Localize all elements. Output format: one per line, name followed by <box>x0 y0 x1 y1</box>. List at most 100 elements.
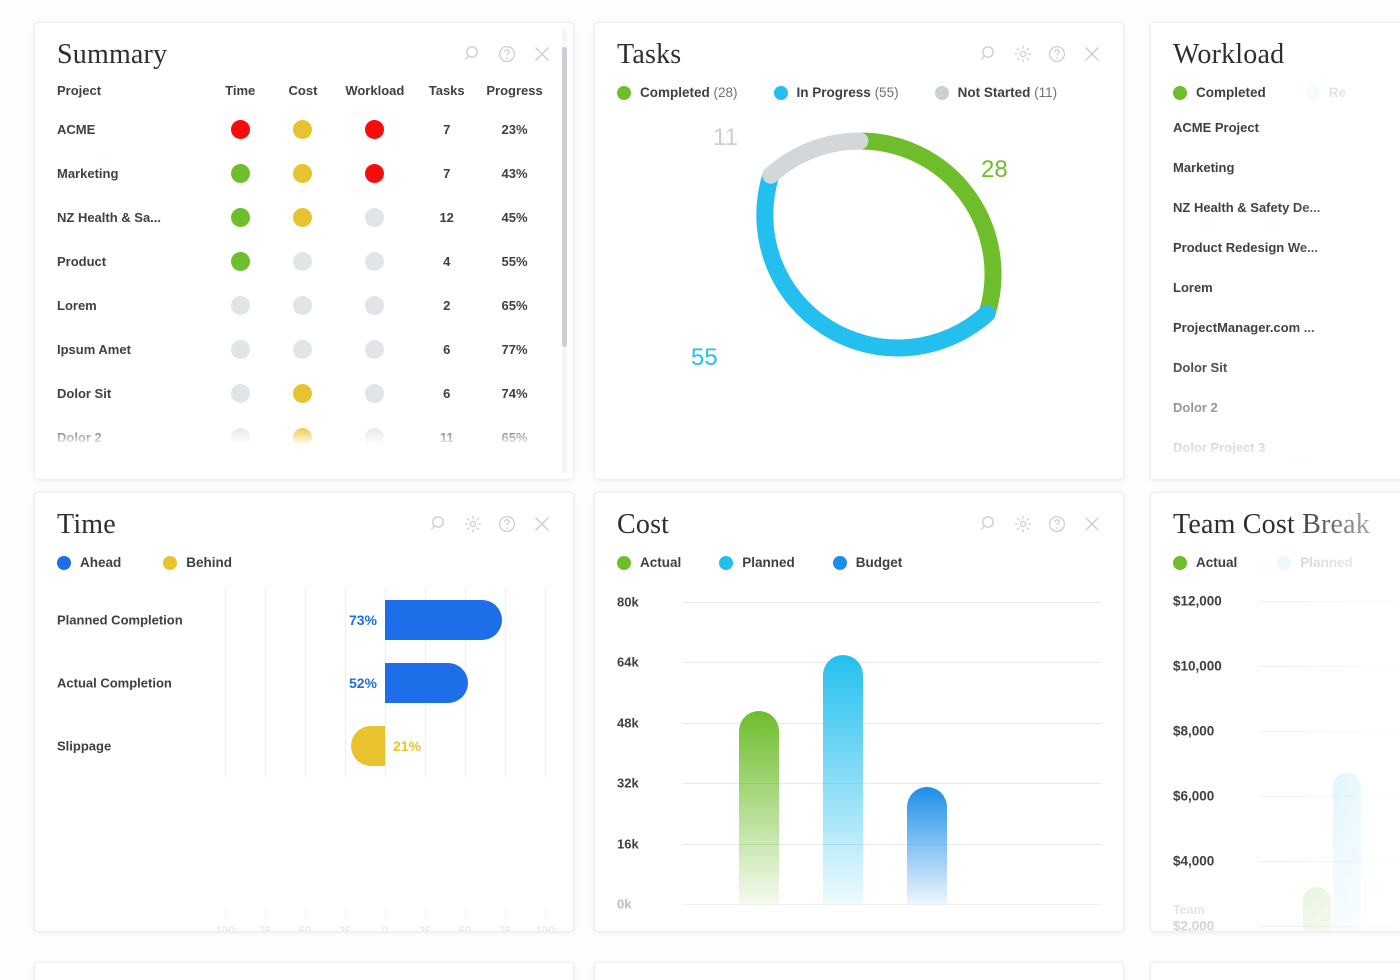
search-icon[interactable] <box>463 44 483 64</box>
table-row[interactable]: Dolor Sit 6 74% <box>57 384 551 428</box>
axis-tick-label: 32k <box>617 775 639 791</box>
legend-item[interactable]: Planned <box>1277 555 1353 570</box>
legend-label: Planned <box>1300 555 1353 570</box>
help-icon[interactable] <box>1047 44 1067 64</box>
time-rows: Planned Completion 73% Actual Completion 52… <box>35 588 573 777</box>
legend-item[interactable]: Re <box>1305 85 1346 100</box>
list-item[interactable]: ProjectManager.com ... <box>1151 320 1400 360</box>
table-row[interactable]: Product 4 55% <box>57 252 551 296</box>
table-row[interactable]: Ipsum Amet 6 77% <box>57 340 551 384</box>
search-icon[interactable] <box>979 514 999 534</box>
search-icon[interactable] <box>979 44 999 64</box>
close-icon[interactable] <box>1081 43 1103 65</box>
axis-tick-label: 100 <box>215 926 235 932</box>
list-item[interactable]: Product Redesign We... <box>1151 240 1400 280</box>
close-icon[interactable] <box>531 513 553 535</box>
list-item[interactable]: ACME Project <box>1151 120 1400 160</box>
cost-bar[interactable] <box>739 711 780 904</box>
axis-tick-label: 50 <box>298 926 312 932</box>
legend-color-swatch <box>1305 85 1320 100</box>
legend-item[interactable]: Behind <box>163 555 232 570</box>
status-badge <box>365 164 385 183</box>
table-row[interactable]: Lorem 2 65% <box>57 296 551 340</box>
help-icon[interactable] <box>497 514 517 534</box>
gear-icon[interactable] <box>1013 44 1033 64</box>
gear-icon[interactable] <box>1013 514 1033 534</box>
legend-color-swatch <box>934 85 949 100</box>
cell-cost-status <box>272 164 335 208</box>
cell-progress: 65% <box>501 298 528 313</box>
time-bar-value: 21% <box>393 737 422 754</box>
legend-item[interactable]: In Progress (55) <box>773 85 899 100</box>
axis-tick-label: 50 <box>458 926 472 932</box>
summary-scrollbar-thumb[interactable] <box>562 47 567 347</box>
workload-header: Workload <box>1151 23 1400 69</box>
legend-item[interactable]: Budget <box>832 555 902 570</box>
donut-segment-completed[interactable] <box>851 132 1002 323</box>
summary-table-container[interactable]: Project Time Cost Workload Tasks Progres… <box>35 83 573 451</box>
legend-item[interactable]: Actual <box>617 555 681 570</box>
legend-item[interactable]: Completed <box>1173 85 1266 100</box>
table-row[interactable]: NZ Health & Sa... 12 45% <box>57 208 551 252</box>
status-badge <box>230 120 250 139</box>
cell-workload-status <box>334 428 415 451</box>
list-item[interactable]: NZ Health & Safety De... <box>1151 200 1400 240</box>
legend-item[interactable]: Not Started (11) <box>934 85 1057 100</box>
team-cost-bar[interactable] <box>1333 773 1361 931</box>
help-icon[interactable] <box>1047 514 1067 534</box>
legend-item[interactable]: Completed (28) <box>617 85 738 100</box>
workload-legend: Completed Re <box>1151 69 1400 100</box>
gear-icon[interactable] <box>463 514 483 534</box>
status-badge <box>293 120 313 139</box>
status-badge <box>365 340 385 359</box>
column-header-progress: Progress <box>486 83 543 98</box>
cost-bar[interactable] <box>823 654 864 904</box>
cell-cost-status <box>272 208 335 252</box>
team-cost-footer: Team <box>1173 903 1205 917</box>
legend-item[interactable]: Planned <box>719 555 795 570</box>
list-item[interactable]: Lorem <box>1151 280 1400 320</box>
time-bar[interactable] <box>385 662 469 703</box>
cell-workload-status <box>334 296 415 340</box>
summary-scrollbar[interactable] <box>562 29 567 473</box>
search-icon[interactable] <box>429 514 449 534</box>
cost-panel: Cost Actual Planned Budget 0k 16k 32k 48… <box>594 492 1124 932</box>
list-item[interactable]: Dolor 2 <box>1151 400 1400 440</box>
summary-table-body: ACME 7 23% Marketing 7 43% NZ Health & Sa... 12… <box>57 120 551 451</box>
time-bar[interactable] <box>351 725 385 766</box>
tasks-legend: Completed (28) In Progress (55) Not Starte… <box>595 69 1123 100</box>
legend-item[interactable]: Actual <box>1173 555 1237 570</box>
axis-tick-label: $2,000 <box>1173 918 1215 932</box>
donut-svg <box>756 132 1002 357</box>
cost-bar[interactable] <box>906 786 947 904</box>
cell-time-status <box>209 252 272 296</box>
time-gridlines: 21% <box>225 714 546 777</box>
axis-tick-label: 16k <box>617 836 639 852</box>
cell-project: Dolor Sit <box>57 386 112 401</box>
legend-color-swatch <box>1173 85 1187 100</box>
cell-tasks: 6 <box>443 386 451 401</box>
donut-label-not-started: 11 <box>713 124 738 151</box>
list-item[interactable]: Dolor Sit <box>1151 360 1400 400</box>
cell-time-status <box>209 164 272 208</box>
team-cost-bar[interactable] <box>1303 887 1331 931</box>
help-icon[interactable] <box>497 44 517 64</box>
close-icon[interactable] <box>1081 513 1103 535</box>
list-item[interactable]: Dolor Project 3 <box>1151 440 1400 479</box>
legend-color-swatch <box>163 555 178 570</box>
team-cost-panel: Team Cost Break Actual Planned $12,000 $10… <box>1150 492 1400 932</box>
donut-segment-not-started[interactable] <box>762 132 869 184</box>
cell-cost-status <box>272 252 335 296</box>
time-bar[interactable] <box>385 599 502 640</box>
tasks-panel: Tasks Completed (28) In Progress (55) No… <box>594 22 1124 480</box>
workload-panel: Workload Completed Re ACME Project Marketi… <box>1150 22 1400 480</box>
table-row[interactable]: Marketing 7 43% <box>57 164 551 208</box>
axis-tick-label: 48k <box>617 715 639 731</box>
donut-segment-in-progress[interactable] <box>756 166 996 357</box>
legend-item[interactable]: Ahead <box>57 555 121 570</box>
table-row[interactable]: ACME 7 23% <box>57 120 551 164</box>
list-item[interactable]: Marketing <box>1151 160 1400 200</box>
table-row[interactable]: Dolor 2 11 65% <box>57 428 551 451</box>
axis-tick-label: 25 <box>418 926 432 932</box>
close-icon[interactable] <box>531 43 553 65</box>
